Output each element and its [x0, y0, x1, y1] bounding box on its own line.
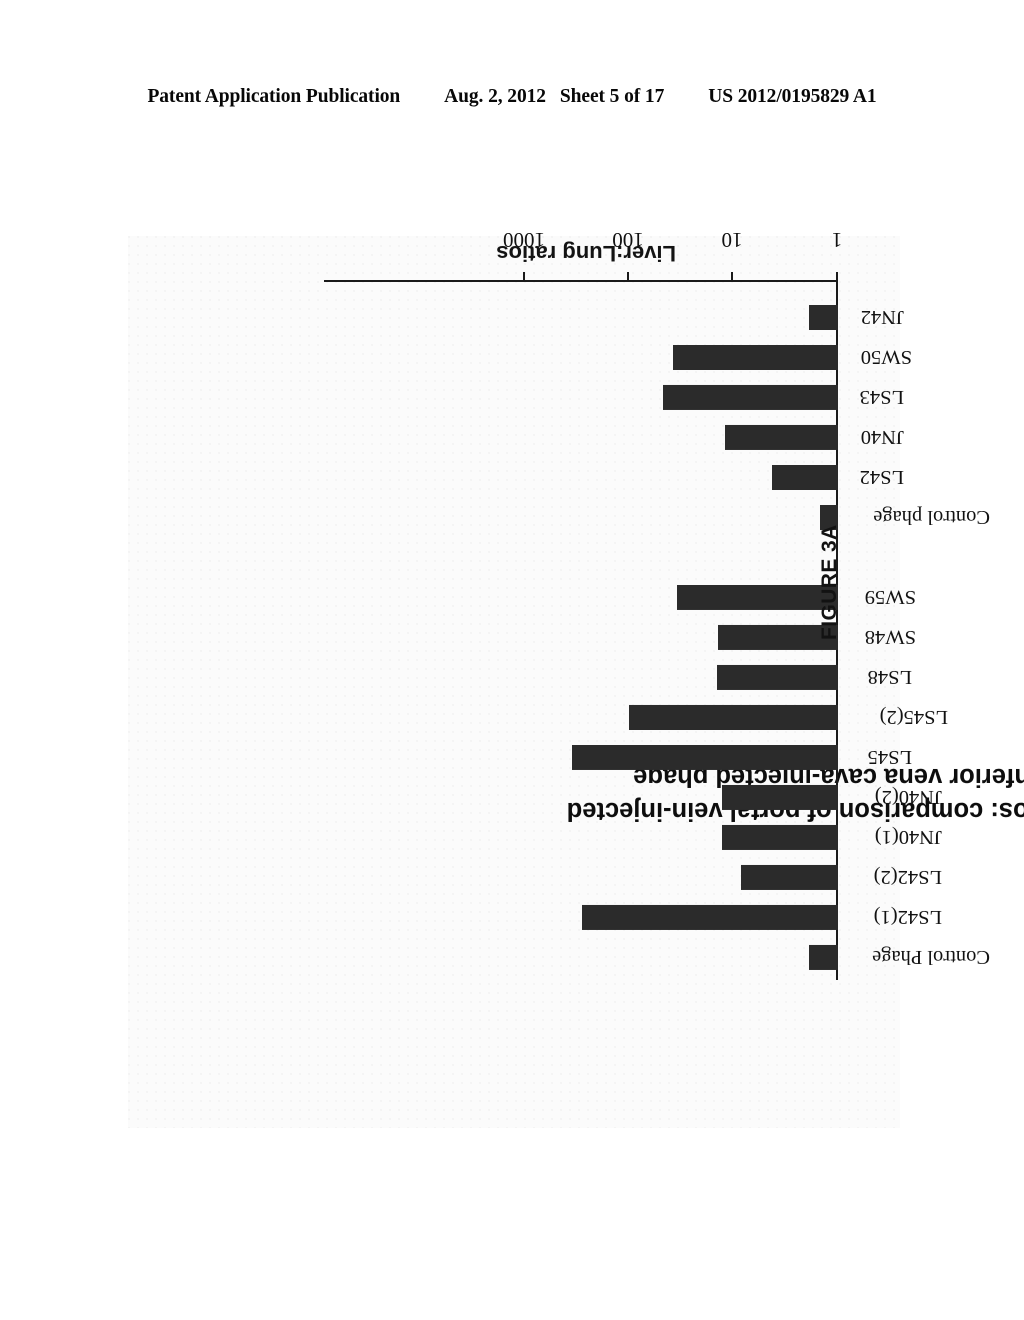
bar-category-label: JN40(1)	[874, 826, 942, 849]
plot-area: 1 10 100 1000 Control Phage LS42(1) LS42…	[324, 228, 990, 980]
bar	[572, 745, 838, 770]
bar	[677, 585, 838, 610]
bar-row: JN40(2)	[324, 779, 942, 816]
figure-3a-drawing: Liver:Lungs ratios: comparison of portal…	[128, 228, 1024, 1128]
bar	[809, 945, 838, 970]
bar-category-label: SW48	[864, 626, 916, 649]
bar-chart: Liver:Lungs ratios: comparison of portal…	[128, 228, 1024, 1128]
bar-category-label: SW59	[864, 586, 916, 609]
bar	[809, 305, 838, 330]
axis-tick-mark-100	[627, 272, 629, 280]
bar	[722, 785, 838, 810]
bar-category-label: JN40	[860, 426, 904, 449]
header-publication-number: US 2012/0195829 A1	[708, 86, 877, 107]
bar-category-label: LS42(1)	[873, 906, 942, 929]
bar-category-label: LS48	[867, 666, 912, 689]
bar-category-label: LS45	[867, 746, 912, 769]
bar	[673, 345, 838, 370]
bar-category-label: JN40(2)	[874, 786, 942, 809]
header-date: Aug. 2, 2012	[444, 86, 546, 107]
bar	[663, 385, 838, 410]
page-header: Patent Application Publication Aug. 2, 2…	[0, 86, 1024, 116]
bar-row: JN40(1)	[324, 819, 942, 856]
axis-tick-label-10: 10	[721, 228, 743, 252]
bar-row: Control Phage	[324, 939, 990, 976]
bar-category-label: Control phage	[873, 506, 990, 529]
axis-tick-mark-1	[836, 272, 838, 280]
category-axis-line	[324, 280, 838, 282]
figure-caption: FIGURE 3A	[818, 524, 841, 640]
bar	[722, 825, 838, 850]
bar	[725, 425, 838, 450]
bar-row: LS42	[324, 459, 904, 496]
bar	[741, 865, 838, 890]
bar	[772, 465, 838, 490]
axis-tick-mark-1000	[523, 272, 525, 280]
bar	[629, 705, 838, 730]
bar-row: LS43	[324, 379, 904, 416]
bar-category-label: LS43	[859, 386, 904, 409]
bar-row: JN40	[324, 419, 904, 456]
bar-category-label: LS42(2)	[873, 866, 942, 889]
bar-category-label: Control Phage	[872, 946, 990, 969]
bar-row: SW48	[324, 619, 916, 656]
bar-row: SW50	[324, 339, 912, 376]
bar	[582, 905, 838, 930]
bar	[717, 665, 838, 690]
bar-category-label: LS42	[859, 466, 904, 489]
bar-row: LS45	[324, 739, 912, 776]
bar-row: JN42	[324, 299, 904, 336]
bar-row: LS42(2)	[324, 859, 942, 896]
axis-tick-mark-10	[731, 272, 733, 280]
axis-tick-label-1000: 1000	[503, 228, 545, 252]
header-sheet-number: Sheet 5 of 17	[559, 86, 665, 107]
bar-row: Control phage	[324, 499, 990, 536]
header-publication-label: Patent Application Publication	[147, 86, 401, 107]
axis-tick-label-100: 100	[612, 228, 644, 252]
bar-category-label: JN42	[860, 306, 904, 329]
bar-row: LS45(2)	[324, 699, 948, 736]
bar-row: LS48	[324, 659, 912, 696]
bar-row: SW59	[324, 579, 916, 616]
bar-row: LS42(1)	[324, 899, 942, 936]
bar-category-label: SW50	[860, 346, 912, 369]
axis-tick-label-1: 1	[831, 228, 843, 252]
bar-category-label: LS45(2)	[879, 706, 948, 729]
